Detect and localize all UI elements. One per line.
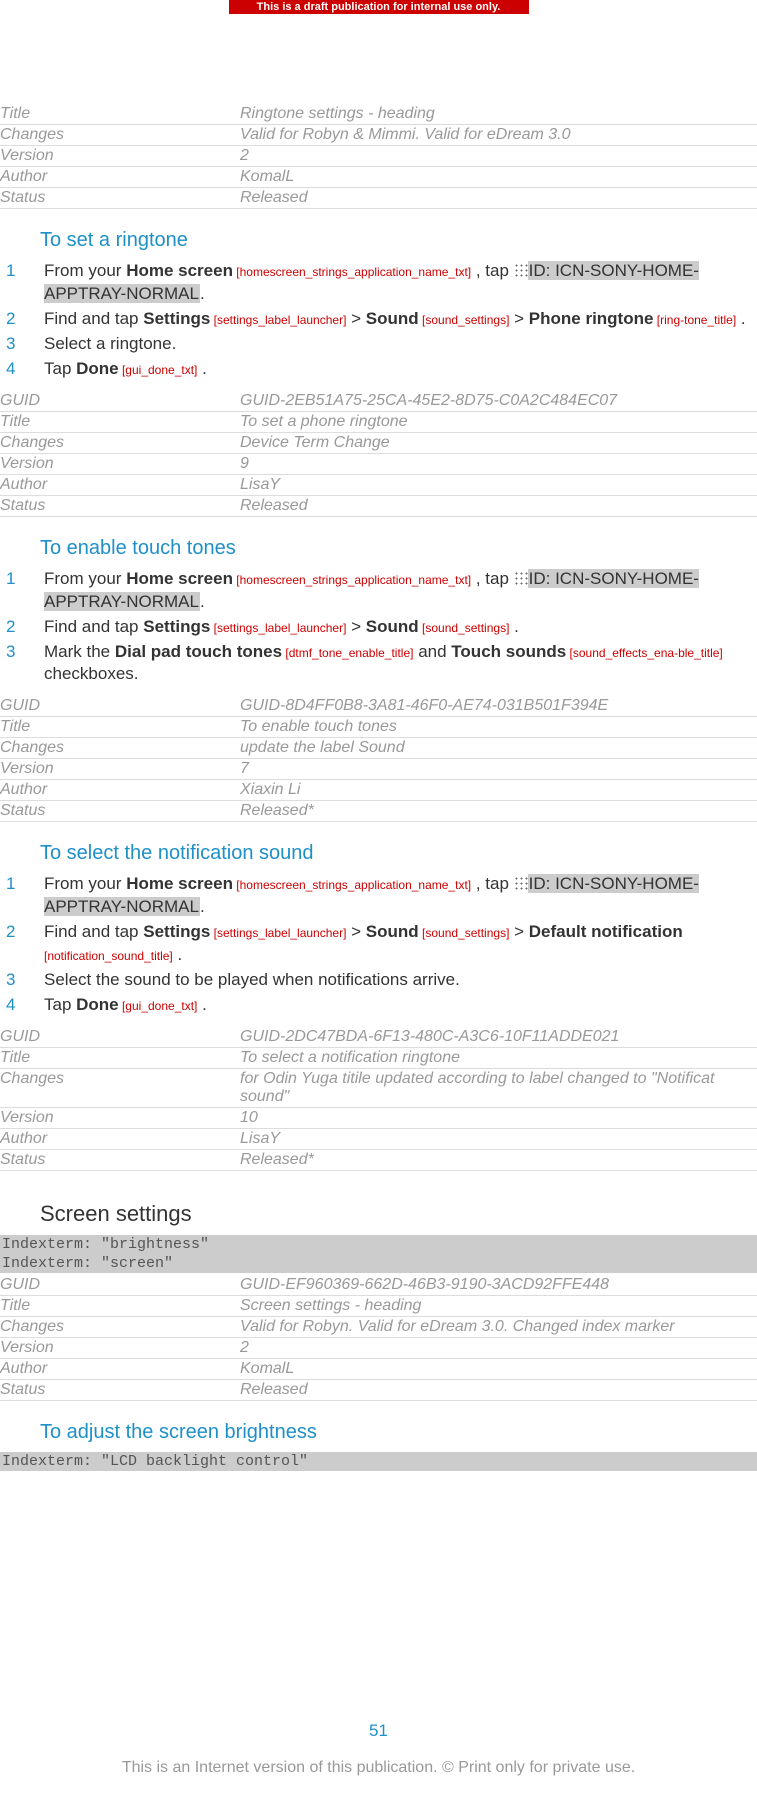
indexterm-screen: Indexterm: "screen" xyxy=(0,1254,757,1273)
apptray-icon xyxy=(514,571,528,585)
heading-set-ringtone: To set a ringtone xyxy=(40,229,757,252)
steps-touch-tones: 1 From your Home screen [homescreen_stri… xyxy=(0,568,757,687)
meta-table-1: GUIDGUID-2EB51A75-25CA-45E2-8D75-C0A2C48… xyxy=(0,391,757,517)
heading-screen-settings: Screen settings xyxy=(40,1201,757,1227)
draft-banner: This is a draft publication for internal… xyxy=(229,0,529,14)
page-number: 51 xyxy=(0,1721,757,1741)
heading-touch-tones: To enable touch tones xyxy=(40,537,757,560)
footer-text: This is an Internet version of this publ… xyxy=(0,1759,757,1777)
heading-adjust-brightness: To adjust the screen brightness xyxy=(40,1421,757,1444)
steps-set-ringtone: 1 From your Home screen [homescreen_stri… xyxy=(0,260,757,381)
indexterm-lcd: Indexterm: "LCD backlight control" xyxy=(0,1452,757,1471)
meta-table-top: TitleRingtone settings - heading Changes… xyxy=(0,104,757,209)
heading-notification-sound: To select the notification sound xyxy=(40,842,757,865)
apptray-icon xyxy=(514,876,528,890)
meta-table-2: GUIDGUID-8D4FF0B8-3A81-46F0-AE74-031B501… xyxy=(0,696,757,822)
meta-table-3: GUIDGUID-2DC47BDA-6F13-480C-A3C6-10F11AD… xyxy=(0,1027,757,1171)
steps-notification-sound: 1 From your Home screen [homescreen_stri… xyxy=(0,873,757,1017)
meta-table-4: GUIDGUID-EF960369-662D-46B3-9190-3ACD92F… xyxy=(0,1275,757,1401)
indexterm-brightness: Indexterm: "brightness" xyxy=(0,1235,757,1254)
apptray-icon xyxy=(514,263,528,277)
page-body: TitleRingtone settings - heading Changes… xyxy=(0,104,757,1817)
